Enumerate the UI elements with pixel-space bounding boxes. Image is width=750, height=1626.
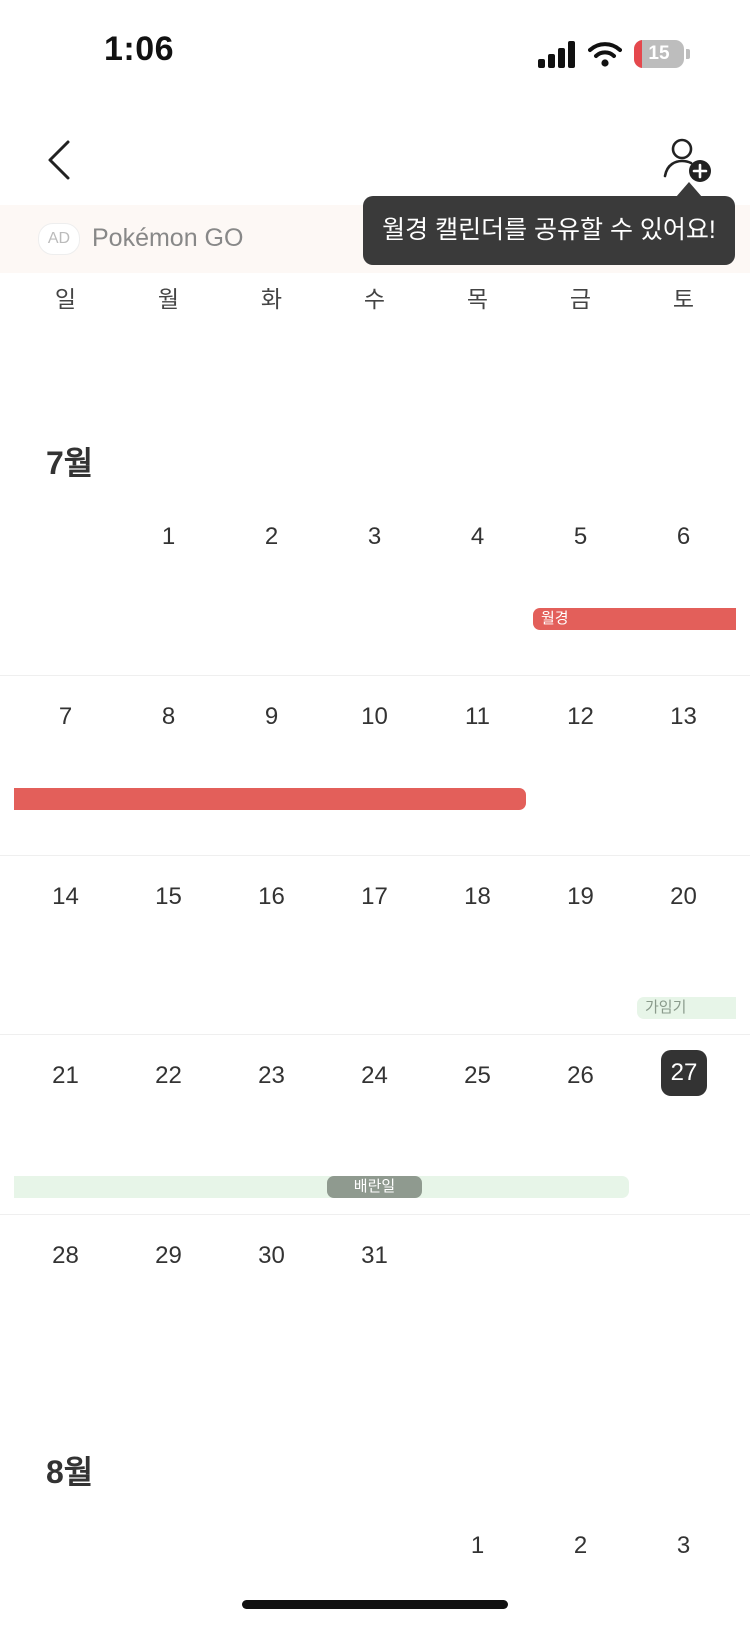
calendar-day[interactable]: 14 — [14, 877, 117, 917]
calendar-day[interactable]: 11 — [426, 697, 529, 737]
calendar-day[interactable]: 19 — [529, 877, 632, 917]
wifi-icon — [588, 42, 622, 67]
calendar-day[interactable]: 26 — [529, 1056, 632, 1096]
calendar-day[interactable]: 24 — [323, 1056, 426, 1096]
month-label-august: 8월 — [46, 1454, 94, 1490]
ad-badge: AD — [38, 223, 80, 255]
calendar-day[interactable]: 20 — [632, 877, 735, 917]
period-event-label: 월경 — [541, 610, 569, 627]
status-time: 1:06 — [104, 30, 175, 68]
calendar-day[interactable]: 16 — [220, 877, 323, 917]
weekday-tue: 화 — [260, 286, 283, 312]
calendar-day[interactable]: 8 — [117, 697, 220, 737]
weekday-sun: 일 — [54, 286, 77, 312]
tooltip-arrow — [676, 182, 702, 197]
calendar-day[interactable]: 9 — [220, 697, 323, 737]
period-event-bar[interactable]: 월경 — [533, 608, 736, 630]
calendar-day[interactable]: 25 — [426, 1056, 529, 1096]
ad-title[interactable]: Pokémon GO — [92, 221, 243, 255]
battery-tip — [686, 49, 690, 59]
cellular-signal-icon — [538, 40, 578, 68]
fertile-event-bar[interactable]: 가임기 — [637, 997, 736, 1019]
calendar-day[interactable]: 1 — [117, 517, 220, 557]
week-divider — [0, 1034, 750, 1035]
fertile-event-bar[interactable] — [14, 1176, 629, 1198]
calendar-day[interactable]: 21 — [14, 1056, 117, 1096]
month-label-july: 7월 — [46, 445, 94, 481]
weekday-fri: 금 — [569, 286, 592, 312]
calendar-day[interactable]: 2 — [220, 517, 323, 557]
calendar-day[interactable]: 13 — [632, 697, 735, 737]
calendar-day[interactable]: 15 — [117, 877, 220, 917]
calendar-day[interactable]: 1 — [426, 1526, 529, 1566]
home-indicator — [242, 1600, 508, 1609]
today-marker[interactable]: 27 — [661, 1050, 707, 1096]
calendar-day[interactable]: 22 — [117, 1056, 220, 1096]
battery-icon: 15 — [634, 40, 684, 68]
calendar-day[interactable]: 18 — [426, 877, 529, 917]
weekday-thu: 목 — [466, 286, 489, 312]
fertile-event-label: 가임기 — [645, 999, 687, 1016]
weekday-mon: 월 — [157, 286, 180, 312]
calendar-day[interactable]: 29 — [117, 1236, 220, 1276]
calendar-day[interactable]: 12 — [529, 697, 632, 737]
week-divider — [0, 675, 750, 676]
calendar-day[interactable]: 2 — [529, 1526, 632, 1566]
calendar-day[interactable]: 31 — [323, 1236, 426, 1276]
weekday-sat: 토 — [672, 286, 695, 312]
calendar-day[interactable]: 28 — [14, 1236, 117, 1276]
calendar-day[interactable]: 7 — [14, 697, 117, 737]
calendar-day[interactable]: 17 — [323, 877, 426, 917]
person-add-icon[interactable] — [662, 136, 714, 184]
weekday-wed: 수 — [363, 286, 386, 312]
calendar-day[interactable]: 6 — [632, 517, 735, 557]
calendar-day[interactable]: 4 — [426, 517, 529, 557]
battery-level: 15 — [648, 43, 670, 64]
calendar-day[interactable]: 3 — [632, 1526, 735, 1566]
calendar-day[interactable]: 10 — [323, 697, 426, 737]
share-tooltip[interactable]: 월경 캘린더를 공유할 수 있어요! — [363, 196, 735, 265]
calendar-day[interactable]: 23 — [220, 1056, 323, 1096]
chevron-left-icon[interactable] — [42, 138, 78, 182]
week-divider — [0, 1214, 750, 1215]
period-event-bar[interactable] — [14, 788, 526, 810]
calendar-day[interactable]: 30 — [220, 1236, 323, 1276]
calendar-day[interactable]: 5 — [529, 517, 632, 557]
ovulation-day-label[interactable]: 배란일 — [327, 1176, 422, 1198]
week-divider — [0, 855, 750, 856]
calendar-day[interactable]: 3 — [323, 517, 426, 557]
